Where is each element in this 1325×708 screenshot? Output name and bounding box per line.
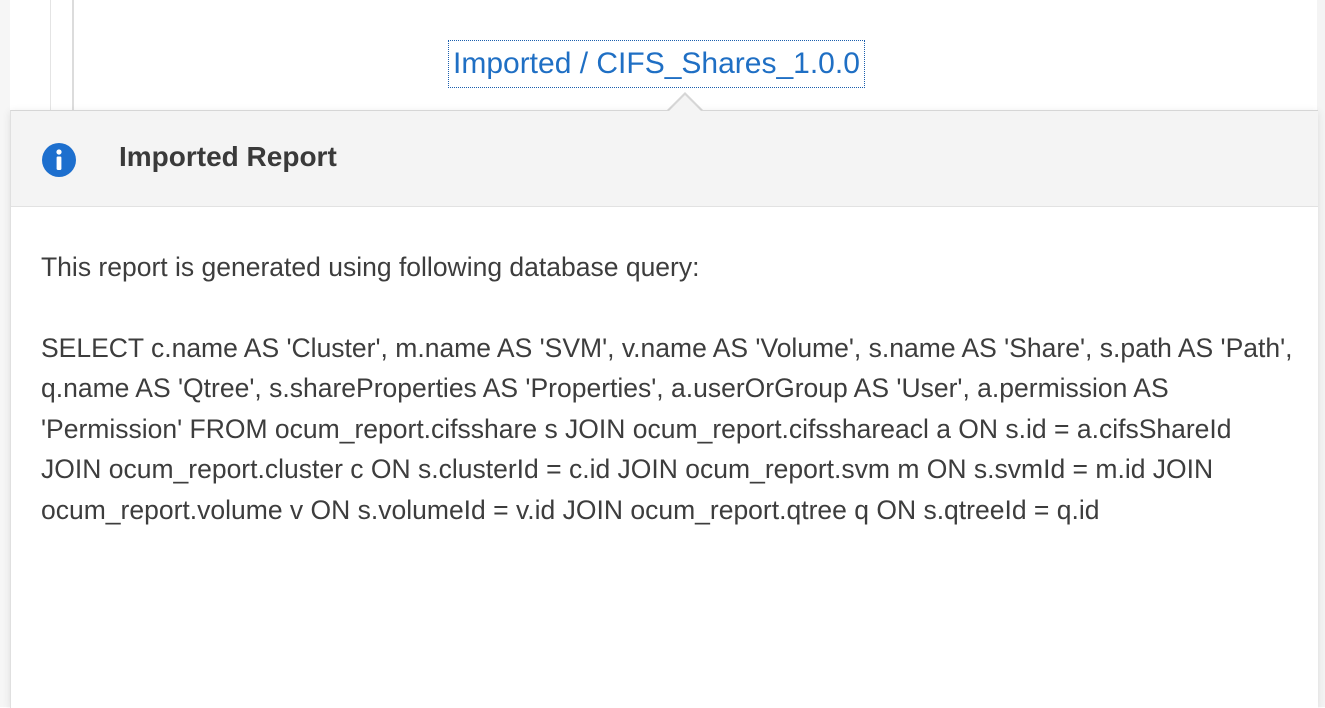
report-info-popover: Imported Report This report is generated…: [10, 110, 1318, 708]
popover-title: Imported Report: [119, 141, 337, 172]
query-intro-text: This report is generated using following…: [41, 252, 700, 282]
report-name-link[interactable]: Imported / CIFS_Shares_1.0.0: [448, 40, 865, 88]
popover-body: This report is generated using following…: [41, 247, 1296, 530]
right-panel-edge: [1317, 0, 1325, 707]
popover-header: Imported Report: [11, 111, 1318, 207]
sql-query-text: SELECT c.name AS 'Cluster', m.name AS 'S…: [41, 332, 1293, 525]
left-panel-edge: [0, 0, 10, 707]
column-divider: [50, 0, 51, 110]
info-icon: [41, 142, 77, 178]
column-divider: [72, 0, 74, 110]
popover-arrow-fill: [669, 95, 701, 111]
